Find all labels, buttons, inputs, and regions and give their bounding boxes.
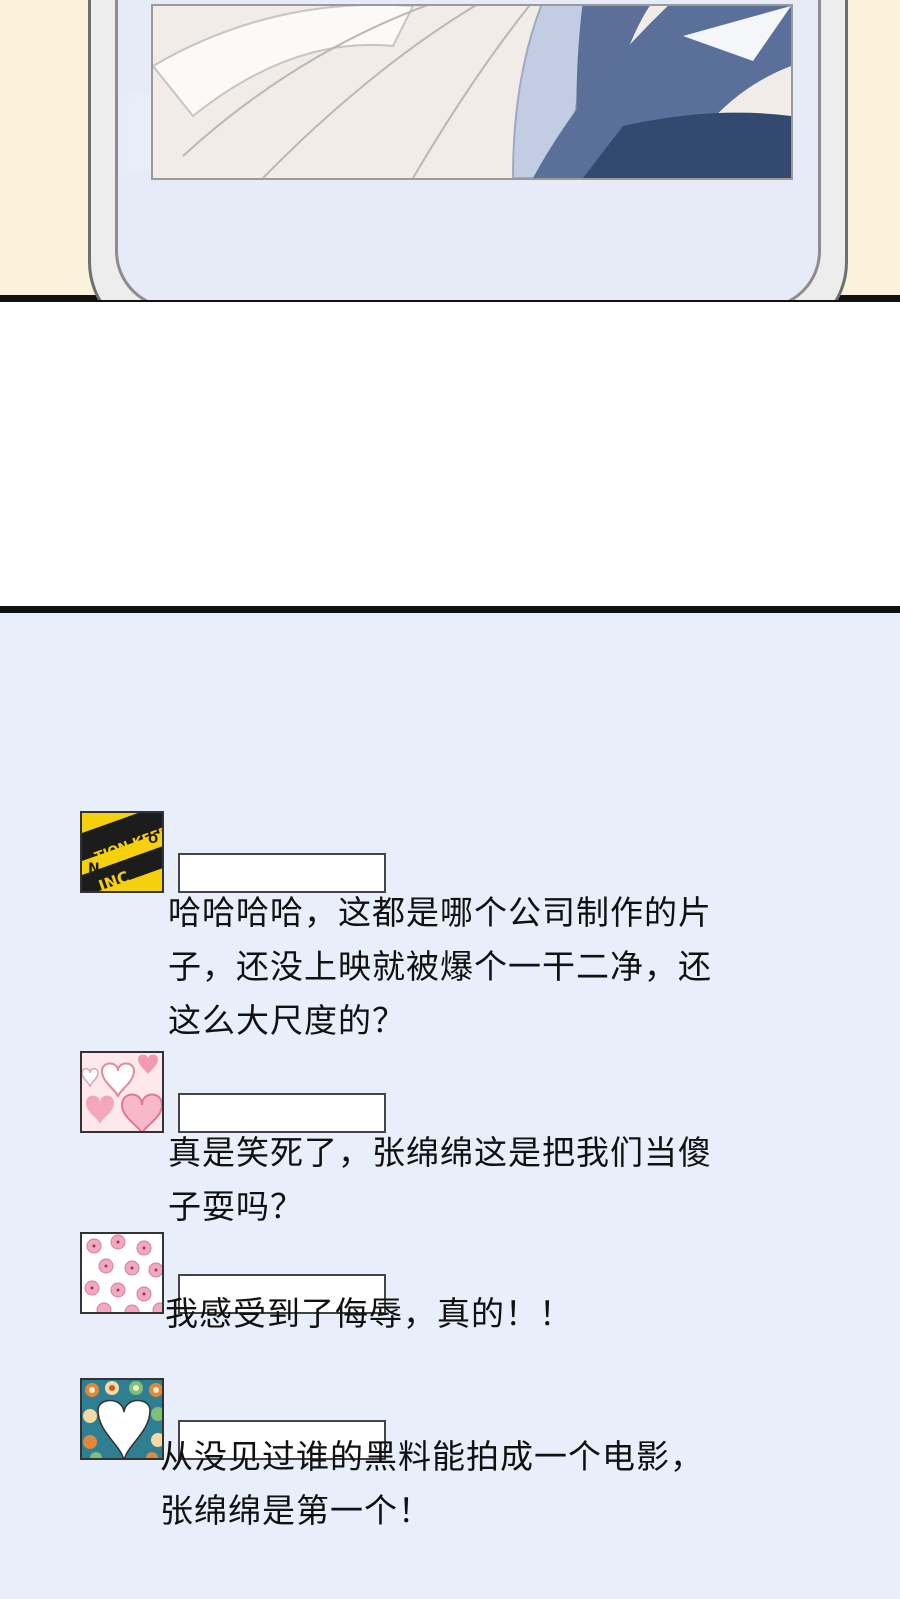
comment-text: 真是笑死了，张绵绵这是把我们当傻 子耍吗？ [168, 1126, 712, 1234]
screen-image [151, 4, 793, 180]
comment-line: 从没见过谁的黑料能拍成一个电影， [160, 1437, 704, 1476]
comment-line: 张绵绵是第一个！ [160, 1491, 432, 1530]
comment-line: 这么大尺度的？ [168, 1001, 406, 1040]
caution-tape-art: TION KEEP INC N O K [82, 813, 162, 893]
comments-panel: TION KEEP INC N O K 哈哈哈哈，这都是哪个公司制作的片 子，还… [0, 613, 900, 1599]
comment-text: 哈哈哈哈，这都是哪个公司制作的片 子，还没上映就被爆个一干二净，还 这么大尺度的… [168, 886, 712, 1048]
caution-text-3: N [88, 861, 100, 877]
blossom-art [82, 1234, 162, 1312]
caution-text-5: K [86, 882, 96, 893]
caution-tape-avatar-icon[interactable]: TION KEEP INC N O K [80, 811, 164, 893]
cherry-blossom-avatar-icon[interactable] [80, 1232, 164, 1314]
comment-line: 哈哈哈哈，这都是哪个公司制作的片 [168, 893, 712, 932]
phone-device [88, 0, 848, 300]
flower-heart-avatar-icon[interactable] [80, 1378, 164, 1460]
comment-text: 我感受到了侮辱，真的！！ [165, 1287, 573, 1341]
hearts-avatar-icon[interactable] [80, 1051, 164, 1133]
comment-line: 真是笑死了，张绵绵这是把我们当傻 [168, 1133, 712, 1172]
comment-text: 从没见过谁的黑料能拍成一个电影， 张绵绵是第一个！ [160, 1430, 704, 1538]
blank-panel [0, 302, 900, 606]
comment-line: 子，还没上映就被爆个一干二净，还 [168, 947, 712, 986]
phone-panel [0, 0, 900, 300]
illustration-drawing [153, 6, 791, 178]
caution-text-4: O [148, 832, 158, 846]
flower-heart-art [82, 1380, 162, 1458]
panel-border-bottom [0, 606, 900, 613]
comment-line: 我感受到了侮辱，真的！！ [165, 1294, 573, 1333]
phone-screen [115, 0, 821, 300]
comment-line: 子耍吗？ [168, 1187, 304, 1226]
hearts-art [82, 1053, 162, 1131]
